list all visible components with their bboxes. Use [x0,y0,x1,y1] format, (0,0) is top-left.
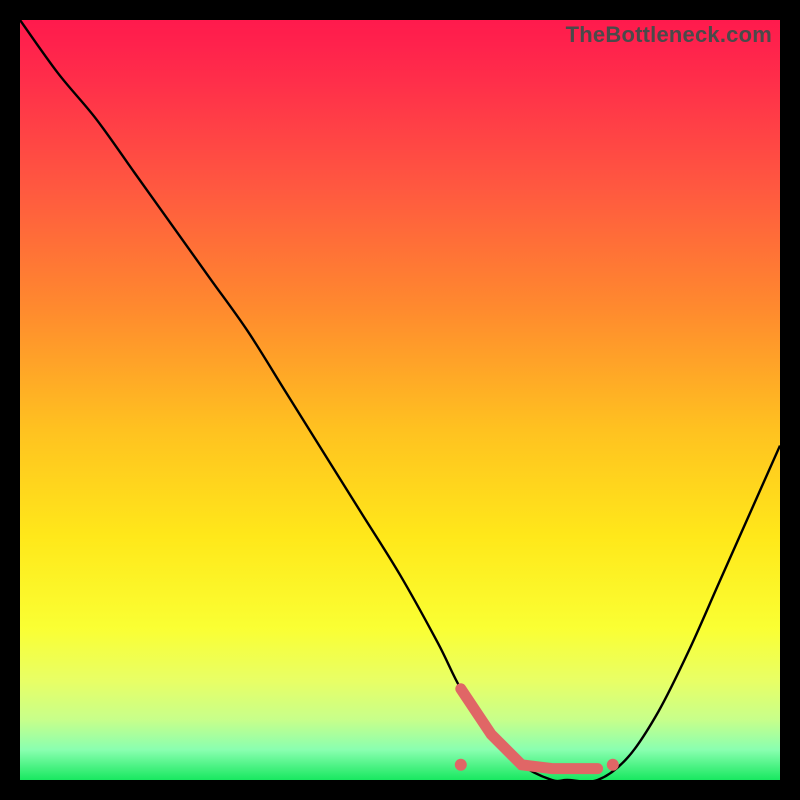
curve-line [20,20,780,780]
valley-highlight [461,689,598,769]
valley-marker-right [607,759,619,771]
chart-plot-area: TheBottleneck.com [20,20,780,780]
bottleneck-curve [20,20,780,780]
chart-frame: TheBottleneck.com [0,0,800,800]
valley-marker-left [455,759,467,771]
